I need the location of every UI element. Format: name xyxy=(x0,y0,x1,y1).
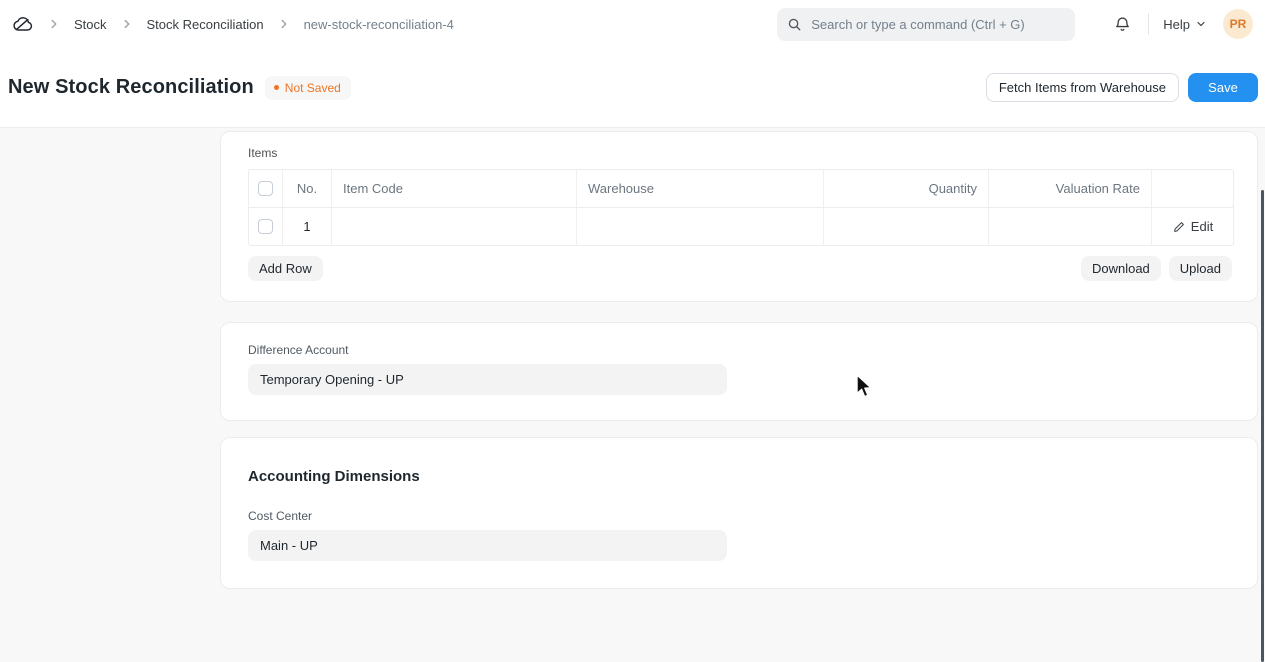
valuation-rate-cell[interactable] xyxy=(989,208,1152,245)
difference-account-input[interactable] xyxy=(248,364,727,395)
add-row-button[interactable]: Add Row xyxy=(248,256,323,281)
column-header-quantity[interactable]: Quantity xyxy=(824,170,989,207)
notifications-bell-icon[interactable] xyxy=(1108,10,1136,38)
column-header-actions xyxy=(1152,170,1234,207)
items-grid-header-row: No. Item Code Warehouse Quantity Valuati… xyxy=(249,170,1233,207)
status-dot-icon xyxy=(274,85,279,90)
page-head: New Stock Reconciliation Not Saved Fetch… xyxy=(0,48,1265,128)
difference-account-card: Difference Account xyxy=(220,322,1258,421)
chevron-right-icon xyxy=(120,17,134,31)
save-button[interactable]: Save xyxy=(1188,73,1258,102)
fetch-items-from-warehouse-button[interactable]: Fetch Items from Warehouse xyxy=(986,73,1179,102)
row-checkbox[interactable] xyxy=(258,219,273,234)
avatar-initials: PR xyxy=(1230,17,1247,31)
status-badge-label: Not Saved xyxy=(285,81,341,95)
chevron-down-icon xyxy=(1195,18,1207,30)
row-actions-cell: Edit xyxy=(1152,208,1234,245)
user-avatar[interactable]: PR xyxy=(1223,9,1253,39)
navbar-right: Help PR xyxy=(777,8,1253,41)
search-input[interactable] xyxy=(809,16,1065,33)
column-header-warehouse[interactable]: Warehouse xyxy=(577,170,824,207)
accounting-dimensions-card: Accounting Dimensions Cost Center xyxy=(220,437,1258,589)
navbar-divider xyxy=(1148,13,1149,35)
help-menu[interactable]: Help xyxy=(1163,17,1207,32)
items-grid-row-1[interactable]: 1 Edit xyxy=(249,207,1233,245)
edit-button-label: Edit xyxy=(1191,219,1213,234)
column-header-no: No. xyxy=(283,170,332,207)
cost-center-input[interactable] xyxy=(248,530,727,561)
help-label: Help xyxy=(1163,17,1190,32)
page-title: New Stock Reconciliation xyxy=(8,76,254,99)
page-actions: Fetch Items from Warehouse Save xyxy=(986,73,1258,102)
upload-button[interactable]: Upload xyxy=(1169,256,1232,281)
status-badge: Not Saved xyxy=(265,76,351,100)
warehouse-cell[interactable] xyxy=(577,208,824,245)
navbar: Stock Stock Reconciliation new-stock-rec… xyxy=(0,0,1265,48)
items-grid: No. Item Code Warehouse Quantity Valuati… xyxy=(248,169,1234,246)
items-section-card: Items No. Item Code Warehouse Quantity V… xyxy=(220,131,1258,302)
quantity-cell[interactable] xyxy=(824,208,989,245)
breadcrumb-stock[interactable]: Stock xyxy=(74,17,107,32)
grid-footer-right: Download Upload xyxy=(1081,256,1232,281)
items-table-label: Items xyxy=(248,146,1232,160)
items-grid-footer: Add Row Download Upload xyxy=(248,256,1232,281)
column-header-item-code[interactable]: Item Code xyxy=(332,170,577,207)
breadcrumb-current-doc: new-stock-reconciliation-4 xyxy=(304,17,454,32)
row-index-cell: 1 xyxy=(283,208,332,245)
difference-account-label: Difference Account xyxy=(248,343,1232,357)
pencil-icon xyxy=(1173,221,1185,233)
cost-center-label: Cost Center xyxy=(248,509,1232,523)
global-search[interactable] xyxy=(777,8,1075,41)
column-header-valuation-rate[interactable]: Valuation Rate xyxy=(989,170,1152,207)
app-logo-cloud-icon[interactable] xyxy=(12,13,34,35)
form-body: Items No. Item Code Warehouse Quantity V… xyxy=(0,129,1265,662)
header-checkbox-cell xyxy=(249,170,283,207)
chevron-right-icon xyxy=(47,17,61,31)
search-icon xyxy=(787,17,802,32)
breadcrumb: Stock Stock Reconciliation new-stock-rec… xyxy=(12,13,454,35)
accounting-dimensions-heading: Accounting Dimensions xyxy=(248,468,1232,485)
breadcrumb-stock-reconciliation[interactable]: Stock Reconciliation xyxy=(147,17,264,32)
vertical-scrollbar-thumb[interactable] xyxy=(1261,190,1264,662)
select-all-checkbox[interactable] xyxy=(258,181,273,196)
row-checkbox-cell xyxy=(249,208,283,245)
chevron-right-icon xyxy=(277,17,291,31)
download-button[interactable]: Download xyxy=(1081,256,1161,281)
item-code-cell[interactable] xyxy=(332,208,577,245)
edit-row-button[interactable]: Edit xyxy=(1173,219,1213,234)
